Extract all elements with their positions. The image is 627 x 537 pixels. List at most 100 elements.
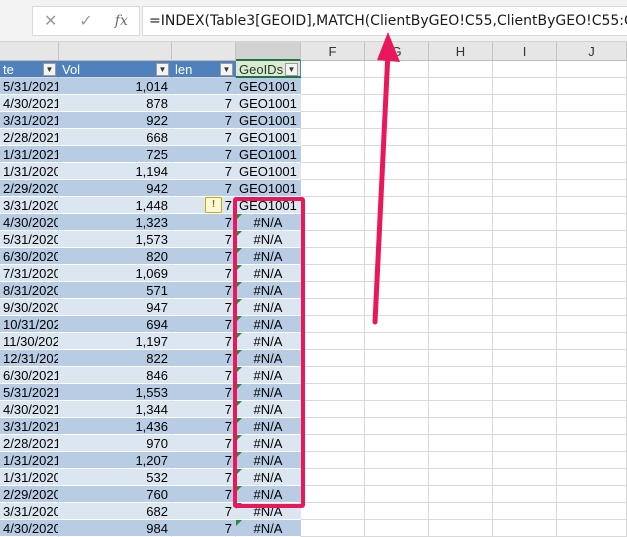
vol-cell[interactable]: 922 <box>59 112 172 129</box>
geoid-error-cell[interactable]: #N/A <box>236 299 301 316</box>
empty-cell[interactable] <box>557 61 627 78</box>
empty-cell[interactable] <box>365 452 429 469</box>
header-len[interactable]: len ▼ <box>172 61 236 78</box>
check-icon[interactable]: ✓ <box>74 11 98 31</box>
dropdown-arrow-icon[interactable]: ▼ <box>43 63 56 76</box>
empty-cell[interactable] <box>429 248 493 265</box>
col-header-d[interactable] <box>0 42 59 61</box>
geoid-error-cell[interactable]: #N/A <box>236 333 301 350</box>
empty-cell[interactable] <box>493 180 557 197</box>
geoid-error-cell[interactable]: #N/A <box>236 384 301 401</box>
empty-cell[interactable] <box>301 401 365 418</box>
len-cell[interactable]: 7 <box>172 316 236 333</box>
empty-cell[interactable] <box>365 435 429 452</box>
date-cell[interactable]: 3/31/2020 <box>0 197 59 214</box>
geoid-error-cell[interactable]: #N/A <box>236 452 301 469</box>
empty-cell[interactable] <box>301 180 365 197</box>
empty-cell[interactable] <box>493 112 557 129</box>
date-cell[interactable]: 4/30/2020 <box>0 520 59 537</box>
empty-cell[interactable] <box>301 265 365 282</box>
geoid-error-cell[interactable]: #N/A <box>236 265 301 282</box>
col-header-geoids[interactable] <box>236 42 301 61</box>
date-cell[interactable]: 4/30/2021 <box>0 401 59 418</box>
vol-cell[interactable]: 1,344 <box>59 401 172 418</box>
empty-cell[interactable] <box>429 401 493 418</box>
len-cell[interactable]: 7 <box>172 231 236 248</box>
len-cell[interactable]: 7 <box>172 520 236 537</box>
empty-cell[interactable] <box>365 316 429 333</box>
col-header-h[interactable]: H <box>429 42 493 61</box>
len-cell[interactable]: 7 <box>172 418 236 435</box>
empty-cell[interactable] <box>365 163 429 180</box>
geoid-error-cell[interactable]: #N/A <box>236 231 301 248</box>
header-geoids[interactable]: GeoIDs ▼ <box>236 61 301 78</box>
vol-cell[interactable]: 1,197 <box>59 333 172 350</box>
geoid-error-cell[interactable]: #N/A <box>236 401 301 418</box>
empty-cell[interactable] <box>557 129 627 146</box>
vol-cell[interactable]: 694 <box>59 316 172 333</box>
date-cell[interactable]: 10/31/2020 <box>0 316 59 333</box>
empty-cell[interactable] <box>365 486 429 503</box>
vol-cell[interactable]: 1,436 <box>59 418 172 435</box>
empty-cell[interactable] <box>365 112 429 129</box>
vol-cell[interactable]: 1,573 <box>59 231 172 248</box>
len-cell[interactable]: 7 <box>172 367 236 384</box>
len-cell[interactable]: 7 <box>172 180 236 197</box>
len-cell[interactable]: 7 <box>172 214 236 231</box>
empty-cell[interactable] <box>493 146 557 163</box>
empty-cell[interactable] <box>557 401 627 418</box>
col-header-i[interactable]: I <box>493 42 557 61</box>
empty-cell[interactable] <box>429 367 493 384</box>
empty-cell[interactable] <box>301 129 365 146</box>
vol-cell[interactable]: 532 <box>59 469 172 486</box>
empty-cell[interactable] <box>429 435 493 452</box>
date-cell[interactable]: 3/31/2021 <box>0 418 59 435</box>
empty-cell[interactable] <box>557 231 627 248</box>
len-cell[interactable]: 7 <box>172 95 236 112</box>
date-cell[interactable]: 1/31/2021 <box>0 146 59 163</box>
geoid-cell[interactable]: GEO1001 <box>236 146 301 163</box>
empty-cell[interactable] <box>557 146 627 163</box>
vol-cell[interactable]: 984 <box>59 520 172 537</box>
empty-cell[interactable] <box>429 95 493 112</box>
empty-cell[interactable] <box>301 282 365 299</box>
geoid-cell[interactable]: GEO1001 <box>236 180 301 197</box>
len-cell[interactable]: 7 <box>172 78 236 95</box>
empty-cell[interactable] <box>493 469 557 486</box>
vol-cell[interactable]: 725 <box>59 146 172 163</box>
empty-cell[interactable] <box>301 146 365 163</box>
empty-cell[interactable] <box>493 316 557 333</box>
len-cell[interactable]: 7 <box>172 282 236 299</box>
empty-cell[interactable] <box>365 61 429 78</box>
empty-cell[interactable] <box>365 384 429 401</box>
empty-cell[interactable] <box>365 520 429 537</box>
geoid-error-cell[interactable]: #N/A <box>236 248 301 265</box>
empty-cell[interactable] <box>493 214 557 231</box>
empty-cell[interactable] <box>365 418 429 435</box>
empty-cell[interactable] <box>365 469 429 486</box>
vol-cell[interactable]: 571 <box>59 282 172 299</box>
empty-cell[interactable] <box>429 299 493 316</box>
vol-cell[interactable]: 1,448 <box>59 197 172 214</box>
empty-cell[interactable] <box>301 95 365 112</box>
len-cell[interactable]: 7 <box>172 299 236 316</box>
empty-cell[interactable] <box>429 214 493 231</box>
empty-cell[interactable] <box>429 520 493 537</box>
date-cell[interactable]: 12/31/2020 <box>0 350 59 367</box>
empty-cell[interactable] <box>557 367 627 384</box>
empty-cell[interactable] <box>365 248 429 265</box>
empty-cell[interactable] <box>493 282 557 299</box>
len-cell[interactable]: 7 <box>172 469 236 486</box>
formula-input[interactable]: =INDEX(Table3[GEOID],MATCH(ClientByGEO!C… <box>142 6 627 36</box>
empty-cell[interactable] <box>429 163 493 180</box>
geoid-error-cell[interactable]: #N/A <box>236 367 301 384</box>
empty-cell[interactable] <box>493 95 557 112</box>
empty-cell[interactable] <box>493 452 557 469</box>
empty-cell[interactable] <box>365 333 429 350</box>
len-cell[interactable]: 7 <box>172 197 236 214</box>
date-cell[interactable]: 2/28/2021 <box>0 435 59 452</box>
empty-cell[interactable] <box>301 333 365 350</box>
empty-cell[interactable] <box>365 299 429 316</box>
empty-cell[interactable] <box>301 78 365 95</box>
empty-cell[interactable] <box>429 129 493 146</box>
